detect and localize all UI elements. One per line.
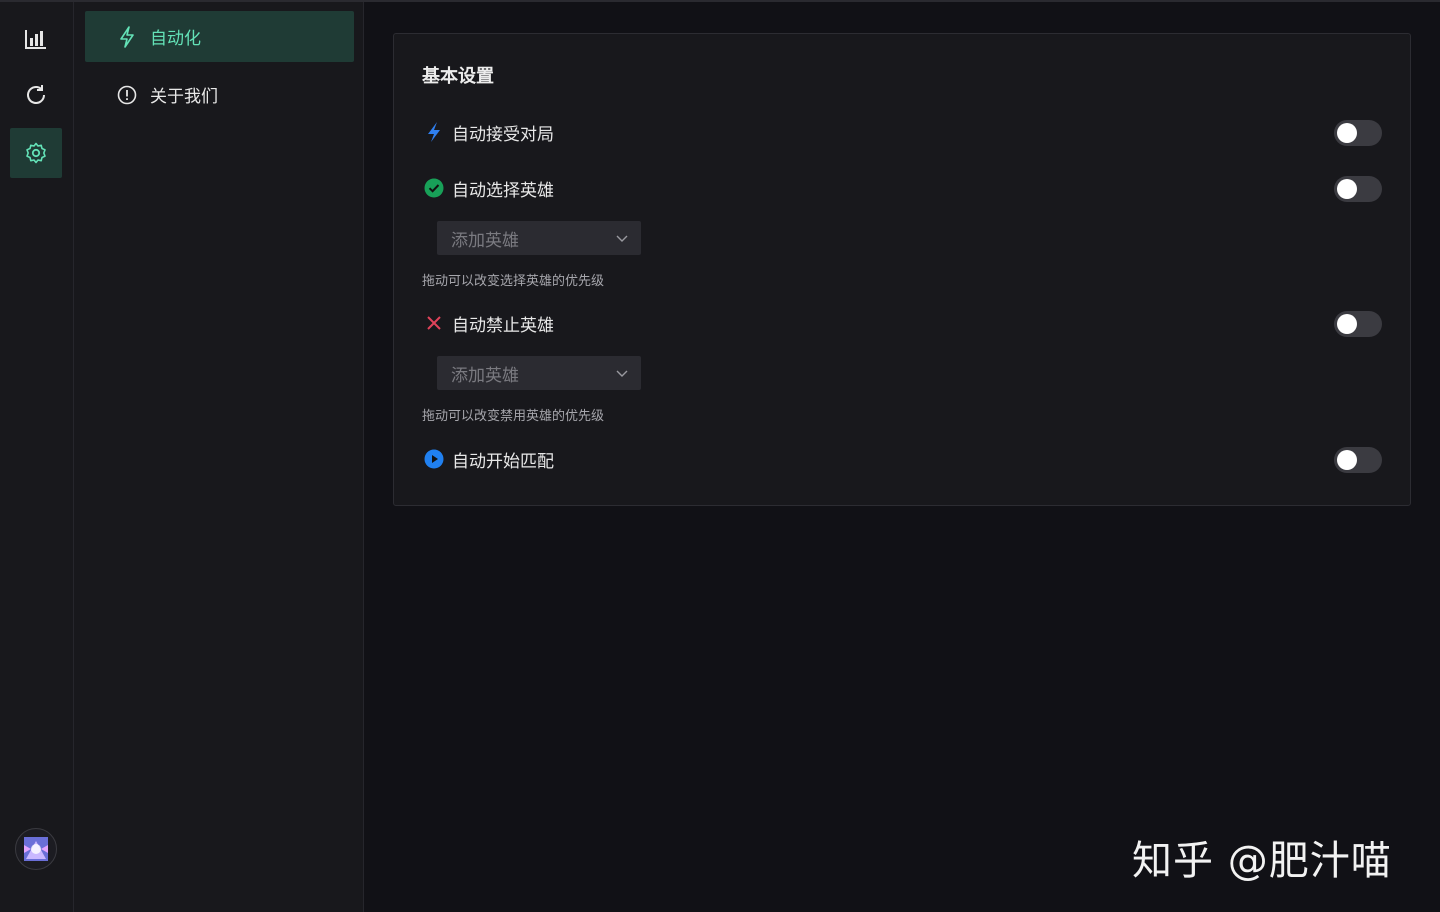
avatar-icon bbox=[24, 837, 48, 861]
lightning-icon bbox=[117, 25, 137, 48]
select-placeholder: 添加英雄 bbox=[451, 230, 519, 251]
setting-auto-accept: 自动接受对局 bbox=[424, 117, 1384, 147]
setting-auto-ban: 自动禁止英雄 bbox=[424, 308, 1384, 338]
menu-item-label: 关于我们 bbox=[150, 87, 218, 107]
menu-item-label: 自动化 bbox=[150, 29, 201, 49]
select-placeholder: 添加英雄 bbox=[451, 365, 519, 386]
app-window: 自动化 关于我们 基本设置 自动接受对局 自动选择英雄 添加英雄 拖动可以改变选… bbox=[0, 0, 1440, 912]
auto-pick-toggle[interactable] bbox=[1334, 176, 1382, 202]
card-title: 基本设置 bbox=[422, 66, 494, 87]
setting-label: 自动选择英雄 bbox=[452, 180, 554, 201]
setting-label: 自动禁止英雄 bbox=[452, 315, 554, 336]
lightning-icon bbox=[424, 122, 444, 142]
ban-hero-select[interactable]: 添加英雄 bbox=[437, 356, 641, 390]
auto-ban-toggle[interactable] bbox=[1334, 311, 1382, 337]
ban-priority-hint: 拖动可以改变禁用英雄的优先级 bbox=[422, 409, 605, 424]
sub-menu: 自动化 关于我们 bbox=[74, 2, 364, 912]
rail-settings-button[interactable] bbox=[10, 128, 62, 178]
info-circle-icon bbox=[117, 85, 137, 105]
toggle-knob bbox=[1337, 123, 1357, 143]
setting-auto-pick: 自动选择英雄 bbox=[424, 173, 1384, 203]
auto-accept-toggle[interactable] bbox=[1334, 120, 1382, 146]
menu-item-about[interactable]: 关于我们 bbox=[85, 69, 354, 120]
auto-match-toggle[interactable] bbox=[1334, 447, 1382, 473]
setting-label: 自动开始匹配 bbox=[452, 451, 554, 472]
toggle-knob bbox=[1337, 450, 1357, 470]
setting-auto-match: 自动开始匹配 bbox=[424, 444, 1384, 474]
icon-rail bbox=[0, 2, 74, 912]
bar-chart-icon bbox=[25, 30, 46, 49]
pick-hero-select[interactable]: 添加英雄 bbox=[437, 221, 641, 255]
refresh-icon bbox=[27, 85, 45, 104]
pick-priority-hint: 拖动可以改变选择英雄的优先级 bbox=[422, 274, 605, 289]
avatar[interactable] bbox=[15, 828, 57, 870]
check-circle-icon bbox=[424, 178, 444, 198]
close-icon bbox=[424, 313, 444, 333]
rail-refresh-button[interactable] bbox=[10, 70, 62, 120]
play-circle-icon bbox=[424, 449, 444, 469]
rail-stats-button[interactable] bbox=[10, 14, 62, 64]
setting-label: 自动接受对局 bbox=[452, 124, 554, 145]
chevron-down-icon bbox=[616, 370, 628, 377]
toggle-knob bbox=[1337, 179, 1357, 199]
chevron-down-icon bbox=[616, 235, 628, 242]
watermark: 知乎 @肥汁喵 bbox=[1132, 838, 1392, 884]
menu-item-automation[interactable]: 自动化 bbox=[85, 11, 354, 62]
toggle-knob bbox=[1337, 314, 1357, 334]
settings-card: 基本设置 自动接受对局 自动选择英雄 添加英雄 拖动可以改变选择英雄的优先级 自… bbox=[393, 33, 1411, 506]
gear-icon bbox=[26, 142, 46, 164]
